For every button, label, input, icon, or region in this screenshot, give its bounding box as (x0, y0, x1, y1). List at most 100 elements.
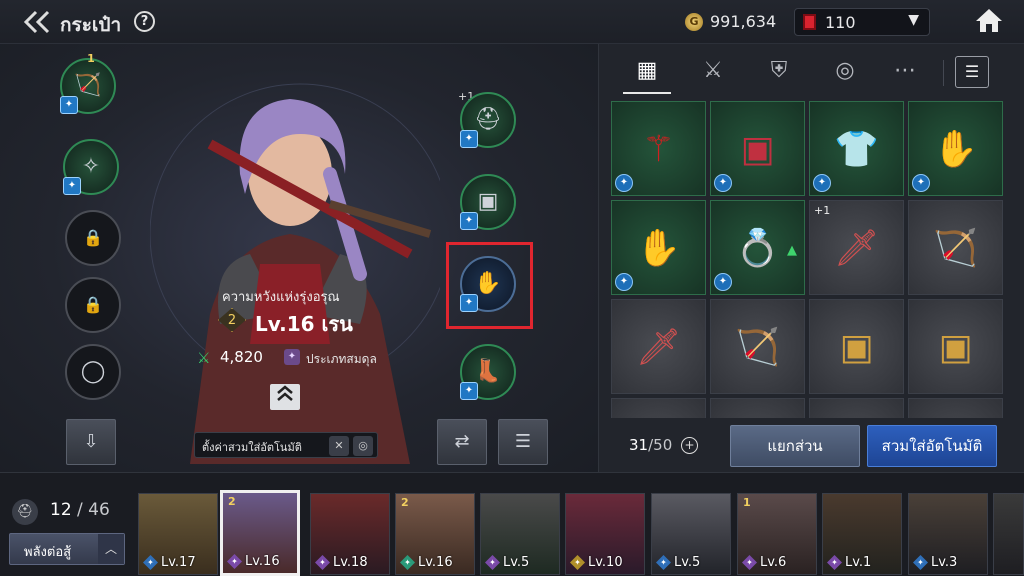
inventory-item[interactable] (809, 398, 904, 418)
class-badge-icon: ✦ (60, 96, 78, 114)
earring-slot[interactable]: ✧ ✦ (63, 139, 119, 195)
inventory-item[interactable]: 🏹 (908, 200, 1003, 295)
hero-card[interactable]: ✦ Lv.1 (822, 493, 902, 575)
bracelet-slot[interactable]: ◯ (65, 344, 121, 400)
grid-icon: ▦ (636, 58, 658, 83)
chevron-up-icon: ︿ (98, 534, 124, 564)
gold-amount: 991,634 (710, 12, 777, 31)
expand-inventory-button[interactable]: + (681, 437, 698, 454)
roster-count-total: / 46 (77, 500, 110, 520)
inventory-item[interactable]: +1 🗡 (809, 200, 904, 295)
hero-tier: 1 (743, 496, 751, 509)
home-button[interactable] (973, 6, 1005, 36)
hero-level: Lv.1 (845, 555, 872, 570)
hero-card[interactable]: ✦ Lv.17 (138, 493, 218, 575)
inventory-item[interactable]: ▣ (809, 299, 904, 394)
ring-toggle-icon[interactable]: ◎ (353, 436, 373, 456)
boots-slot[interactable]: 👢 ✦ (460, 344, 516, 400)
more-dots-icon: ⋯ (894, 58, 916, 83)
hero-card[interactable]: 2 ✦ Lv.16 (395, 493, 475, 575)
class-badge-icon: ✦ (912, 174, 930, 192)
inventory-item[interactable]: ▣ (908, 299, 1003, 394)
hero-level: Lv.5 (503, 555, 530, 570)
sort-by-power-label: พลังต่อสู้ (24, 545, 72, 560)
tab-divider (943, 60, 944, 86)
hero-card[interactable]: ✦ Lv.5 (480, 493, 560, 575)
inventory-item[interactable]: 👕 ✦ (809, 101, 904, 196)
gold-coin-icon: G (685, 13, 703, 31)
inventory-capacity: 31/50 (629, 436, 672, 454)
expand-details-button[interactable] (270, 384, 300, 410)
gem-currency-dropdown[interactable]: 110 ▼ (794, 8, 930, 36)
inventory-item[interactable]: ⚚ ✦ (611, 101, 706, 196)
auto-equip-setting[interactable]: ตั้งค่าสวมใส่อัตโนมัติ ✕ ◎ (194, 432, 378, 458)
sort-by-power-button[interactable]: พลังต่อสู้ ︿ (9, 533, 125, 565)
back-button[interactable] (20, 8, 54, 36)
sort-icon: ☰ (964, 62, 980, 81)
swap-arrows-icon: ⇄ (454, 431, 470, 452)
hero-level: Lv.5 (674, 555, 701, 570)
inventory-item[interactable]: 🗡 (611, 299, 706, 394)
ring-icon: ◎ (835, 58, 855, 83)
character-level-name: Lv.16 เรน (255, 312, 353, 336)
hero-card[interactable]: ✦ Lv.10 (565, 493, 645, 575)
hero-card[interactable]: ✦ Lv.18 (310, 493, 390, 575)
class-badge-icon: ✦ (63, 177, 81, 195)
red-sword-icon: 🗡 (635, 327, 682, 368)
tab-all[interactable]: ▦ (623, 52, 671, 94)
hero-card-selected[interactable]: 2 ✦ Lv.16 (220, 490, 300, 576)
hero-card[interactable]: ✦ Lv.5 (651, 493, 731, 575)
inventory-item[interactable]: 🏹 (710, 299, 805, 394)
auto-equip-button[interactable]: สวมใส่อัตโนมัติ (867, 425, 997, 467)
tab-armor[interactable]: ⛨ (755, 52, 803, 94)
selected-slot-highlight (446, 242, 533, 329)
help-button[interactable]: ? (134, 11, 155, 32)
roster-count-value: 12 (50, 500, 72, 520)
close-x-icon[interactable]: ✕ (329, 436, 349, 456)
inventory-panel: ▦ ⚔ ⛨ ◎ ⋯ ☰ ⚚ ✦ ▣ ✦ 👕 ✦ ✋ ✦ ✋ ✦ 💍 ✦ ▲ +1… (598, 44, 1024, 472)
class-type-icon: ✦ (284, 349, 300, 365)
inventory-item[interactable] (710, 398, 805, 418)
preset-settings-button[interactable]: ☰ (498, 419, 548, 465)
lock-icon: 🔒 (83, 228, 103, 247)
armor-slot[interactable]: ▣ ✦ (460, 174, 516, 230)
hero-level: Lv.17 (161, 555, 196, 570)
hero-roster: ⛑ 12 / 46 พลังต่อสู้ ︿ ✦ Lv.17 2 ✦ Lv.16… (0, 472, 1024, 576)
tab-accessory[interactable]: ◎ (821, 52, 869, 94)
hero-card[interactable]: 1 ✦ Lv.6 (737, 493, 817, 575)
hero-level: Lv.18 (333, 555, 368, 570)
shield-icon: ⛨ (770, 58, 788, 83)
gem-amount: 110 (825, 13, 856, 32)
inventory-item[interactable] (611, 398, 706, 418)
hero-card[interactable]: ✦ Lv.3 (908, 493, 988, 575)
hero-level: Lv.10 (588, 555, 623, 570)
class-badge-icon: ✦ (460, 130, 478, 148)
tab-etc[interactable]: ⋯ (881, 52, 929, 94)
hero-level: Lv.6 (760, 555, 787, 570)
double-chevron-left-icon (23, 10, 50, 34)
inventory-item[interactable]: ✋ ✦ (908, 101, 1003, 196)
unequip-all-button[interactable]: ⇩ (66, 419, 116, 465)
class-type-label: ประเภทสมดุล (306, 352, 377, 366)
weapon-tier-badge: 1 (87, 52, 95, 65)
inventory-item[interactable]: ✋ ✦ (611, 200, 706, 295)
inventory-item[interactable]: 💍 ✦ ▲ (710, 200, 805, 295)
locked-slot-2[interactable]: 🔒 (65, 277, 121, 333)
inventory-item[interactable] (908, 398, 1003, 418)
helmet-slot[interactable]: ⛑ ✦ (460, 92, 516, 148)
character-display: 🏹 ✦ 1 ✧ ✦ 🔒 🔒 ◯ +1 ⛑ ✦ ▣ ✦ ✋ ✦ 👢 ✦ ความห… (0, 44, 598, 472)
class-badge-icon: ✦ (615, 174, 633, 192)
sort-button[interactable]: ☰ (955, 56, 989, 88)
inventory-item[interactable]: ▣ ✦ (710, 101, 805, 196)
dismantle-button[interactable]: แยกส่วน (730, 425, 860, 467)
roster-count: 12 / 46 (50, 500, 110, 520)
locked-slot-1[interactable]: 🔒 (65, 210, 121, 266)
gold-armor-icon: ▣ (839, 327, 874, 368)
class-badge-icon: ✦ (460, 212, 478, 230)
tab-weapon[interactable]: ⚔ (689, 52, 737, 94)
hero-card[interactable] (993, 493, 1024, 575)
class-badge-icon: ✦ (714, 273, 732, 291)
swap-equipment-button[interactable]: ⇄ (437, 419, 487, 465)
lock-icon: 🔒 (83, 295, 103, 314)
hero-level: Lv.16 (245, 554, 280, 569)
